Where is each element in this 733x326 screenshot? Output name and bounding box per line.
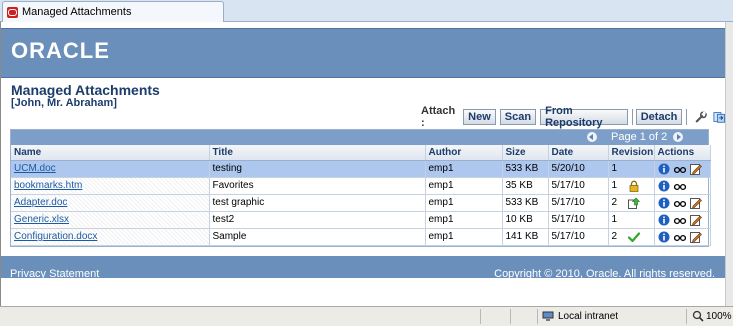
browser-tab-title: Managed Attachments bbox=[22, 6, 132, 18]
cell-date: 5/17/10 bbox=[548, 228, 609, 246]
column-header-size[interactable]: Size bbox=[502, 145, 549, 161]
attach-label: Attach : bbox=[421, 105, 456, 129]
edit-icon[interactable] bbox=[689, 214, 702, 226]
oracle-logo: ORACLE bbox=[11, 38, 110, 63]
cell-revision: 2 bbox=[611, 231, 618, 242]
attachment-link[interactable]: Configuration.docx bbox=[14, 231, 97, 242]
view-icon[interactable] bbox=[673, 163, 686, 175]
info-icon[interactable] bbox=[658, 180, 670, 192]
table-header-row: Name Title Author Size Date Revision Act… bbox=[11, 145, 711, 161]
cell-author: emp1 bbox=[425, 194, 503, 212]
cell-size: 10 KB bbox=[502, 211, 549, 229]
cell-author: emp1 bbox=[425, 177, 503, 195]
checkout-icon bbox=[627, 197, 640, 209]
page-title: Managed Attachments bbox=[11, 82, 160, 98]
info-icon[interactable] bbox=[658, 231, 670, 243]
column-header-revision[interactable]: Revision bbox=[608, 145, 655, 161]
attachment-link[interactable]: bookmarks.htm bbox=[14, 180, 82, 191]
toolbar-divider bbox=[686, 109, 688, 125]
cell-author: emp1 bbox=[425, 228, 503, 246]
page-footer: Privacy Statement Copyright © 2010, Orac… bbox=[1, 256, 725, 280]
attachment-link[interactable]: Adapter.doc bbox=[14, 197, 67, 208]
attachment-link[interactable]: Generic.xlsx bbox=[14, 214, 69, 225]
info-icon[interactable] bbox=[658, 197, 670, 209]
status-divider bbox=[510, 309, 511, 324]
oracle-favicon-icon bbox=[7, 6, 18, 18]
brand-header: ORACLE bbox=[1, 28, 725, 78]
cell-title: Favorites bbox=[209, 177, 426, 195]
column-header-actions: Actions bbox=[654, 145, 711, 161]
page-subtitle: [John, Mr. Abraham] bbox=[11, 97, 117, 109]
cell-revision: 1 bbox=[611, 180, 618, 191]
zoom-control[interactable]: 100% bbox=[692, 310, 733, 322]
browser-tab-strip: Managed Attachments bbox=[0, 0, 733, 22]
copyright-text: Copyright © 2010, Oracle. All rights res… bbox=[494, 268, 715, 280]
info-icon[interactable] bbox=[658, 163, 670, 175]
security-zone: Local intranet bbox=[542, 310, 618, 322]
zoom-icon bbox=[692, 310, 704, 322]
info-icon[interactable] bbox=[658, 214, 670, 226]
next-page-icon[interactable] bbox=[673, 132, 683, 142]
cell-revision: 1 bbox=[611, 163, 618, 174]
table-row[interactable]: UCM.doc testing emp1 533 KB 5/20/10 1 bbox=[11, 160, 711, 178]
cell-title: test graphic bbox=[209, 194, 426, 212]
cell-size: 533 KB bbox=[502, 194, 549, 212]
refresh-icon[interactable] bbox=[713, 110, 725, 124]
wrench-icon[interactable] bbox=[695, 110, 708, 124]
attachment-link[interactable]: UCM.doc bbox=[14, 163, 56, 174]
checkmark-icon bbox=[627, 231, 640, 242]
previous-page-icon[interactable] bbox=[587, 132, 597, 142]
detach-button[interactable]: Detach bbox=[635, 109, 683, 125]
cell-author: emp1 bbox=[425, 211, 503, 229]
status-divider bbox=[537, 309, 538, 324]
view-icon[interactable] bbox=[673, 180, 686, 192]
scan-button[interactable]: Scan bbox=[499, 109, 537, 125]
edit-icon[interactable] bbox=[689, 197, 702, 209]
zoom-level: 100% bbox=[706, 310, 732, 322]
cell-size: 141 KB bbox=[502, 228, 549, 246]
cell-size: 35 KB bbox=[502, 177, 549, 195]
view-icon[interactable] bbox=[673, 231, 686, 243]
attach-toolbar: Attach : New Scan From Repository Detach bbox=[421, 105, 725, 129]
page-indicator: Page 1 of 2 bbox=[611, 131, 668, 143]
table-row[interactable]: Configuration.docx Sample emp1 141 KB 5/… bbox=[11, 228, 711, 246]
privacy-statement-link[interactable]: Privacy Statement bbox=[10, 268, 99, 280]
cell-title: testing bbox=[209, 160, 426, 178]
cell-date: 5/17/10 bbox=[548, 211, 609, 229]
from-repository-button[interactable]: From Repository bbox=[540, 105, 628, 129]
browser-status-bar: Local intranet 100% bbox=[0, 306, 733, 326]
cell-revision: 2 bbox=[611, 197, 618, 208]
page-frame: ORACLE Managed Attachments [John, Mr. Ab… bbox=[0, 22, 725, 306]
toolbar-divider bbox=[631, 109, 633, 125]
pager: Page 1 of 2 bbox=[11, 130, 708, 145]
cell-revision: 1 bbox=[611, 214, 618, 225]
cell-date: 5/20/10 bbox=[548, 160, 609, 178]
view-icon[interactable] bbox=[673, 197, 686, 209]
cell-date: 5/17/10 bbox=[548, 194, 609, 212]
security-zone-label: Local intranet bbox=[558, 310, 619, 322]
lock-icon bbox=[629, 180, 638, 192]
column-header-title[interactable]: Title bbox=[209, 145, 426, 161]
table-row[interactable]: bookmarks.htm Favorites emp1 35 KB 5/17/… bbox=[11, 177, 711, 195]
column-header-author[interactable]: Author bbox=[425, 145, 503, 161]
table-row[interactable]: Adapter.doc test graphic emp1 533 KB 5/1… bbox=[11, 194, 711, 212]
edit-icon[interactable] bbox=[689, 231, 702, 243]
status-divider bbox=[480, 309, 481, 324]
table-row[interactable]: Generic.xlsx test2 emp1 10 KB 5/17/10 1 bbox=[11, 211, 711, 229]
cell-size: 533 KB bbox=[502, 160, 549, 178]
cell-title: test2 bbox=[209, 211, 426, 229]
intranet-icon bbox=[542, 311, 554, 321]
cell-title: Sample bbox=[209, 228, 426, 246]
view-icon[interactable] bbox=[673, 214, 686, 226]
cell-date: 5/17/10 bbox=[548, 177, 609, 195]
attachments-table: Page 1 of 2 Name Title Author Size Date … bbox=[10, 129, 711, 247]
browser-tab[interactable]: Managed Attachments bbox=[2, 1, 224, 22]
new-button[interactable]: New bbox=[463, 109, 496, 125]
column-header-name[interactable]: Name bbox=[11, 145, 210, 161]
status-divider bbox=[686, 309, 687, 324]
edit-icon[interactable] bbox=[689, 163, 702, 175]
vertical-scrollbar[interactable] bbox=[725, 22, 733, 306]
cell-author: emp1 bbox=[425, 160, 503, 178]
column-header-date[interactable]: Date bbox=[548, 145, 609, 161]
